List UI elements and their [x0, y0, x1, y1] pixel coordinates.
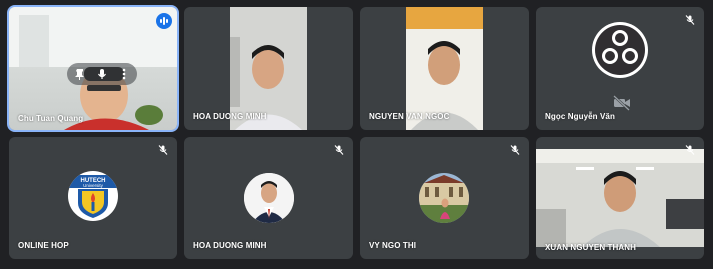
participant-name: Chu Tuan Quang	[18, 114, 84, 123]
hutech-logo: HUTECH University	[68, 171, 118, 221]
participant-name: ONLINE HOP	[18, 241, 69, 250]
more-vert-icon[interactable]	[117, 67, 131, 81]
participant-name: VY NGO THI	[369, 241, 417, 250]
participant-name: Ngọc Nguyễn Văn	[545, 112, 615, 121]
mic-off-icon	[510, 145, 520, 155]
avatar	[244, 173, 294, 223]
participant-name: HOA DUONG MINH	[193, 112, 267, 121]
avatar	[419, 173, 469, 223]
participant-tile-3[interactable]: NGUYEN VAN NGOC	[360, 7, 529, 130]
participant-tile-8[interactable]: XUAN NGUYEN THANH	[536, 137, 704, 259]
mic-off-icon	[158, 145, 168, 155]
participant-tile-4[interactable]: Ngọc Nguyễn Văn	[536, 7, 704, 130]
mic-off-icon	[685, 15, 695, 25]
participant-name: XUAN NGUYEN THANH	[545, 243, 637, 252]
tile-hover-controls	[67, 63, 137, 85]
microphone-icon[interactable]	[95, 67, 109, 81]
participant-tile-1[interactable]: Chu Tuan Quang	[7, 5, 179, 132]
participant-name: HOA DUONG MINH	[193, 241, 267, 250]
mic-off-icon	[685, 145, 695, 155]
participant-name: NGUYEN VAN NGOC	[369, 112, 450, 121]
participant-tile-7[interactable]: VY NGO THI	[360, 137, 529, 259]
camera-off-icon	[613, 95, 630, 111]
pin-icon[interactable]	[73, 67, 87, 81]
obs-logo-icon	[592, 22, 648, 78]
participant-tile-2[interactable]: HOA DUONG MINH	[184, 7, 353, 130]
audio-level-icon	[156, 13, 172, 29]
logo-line-2: University	[83, 183, 104, 188]
participant-tile-5[interactable]: HUTECH University ONLINE HOP	[9, 137, 177, 259]
mic-off-icon	[334, 145, 344, 155]
participant-video	[536, 149, 704, 247]
participant-tile-6[interactable]: HOA DUONG MINH	[184, 137, 353, 259]
